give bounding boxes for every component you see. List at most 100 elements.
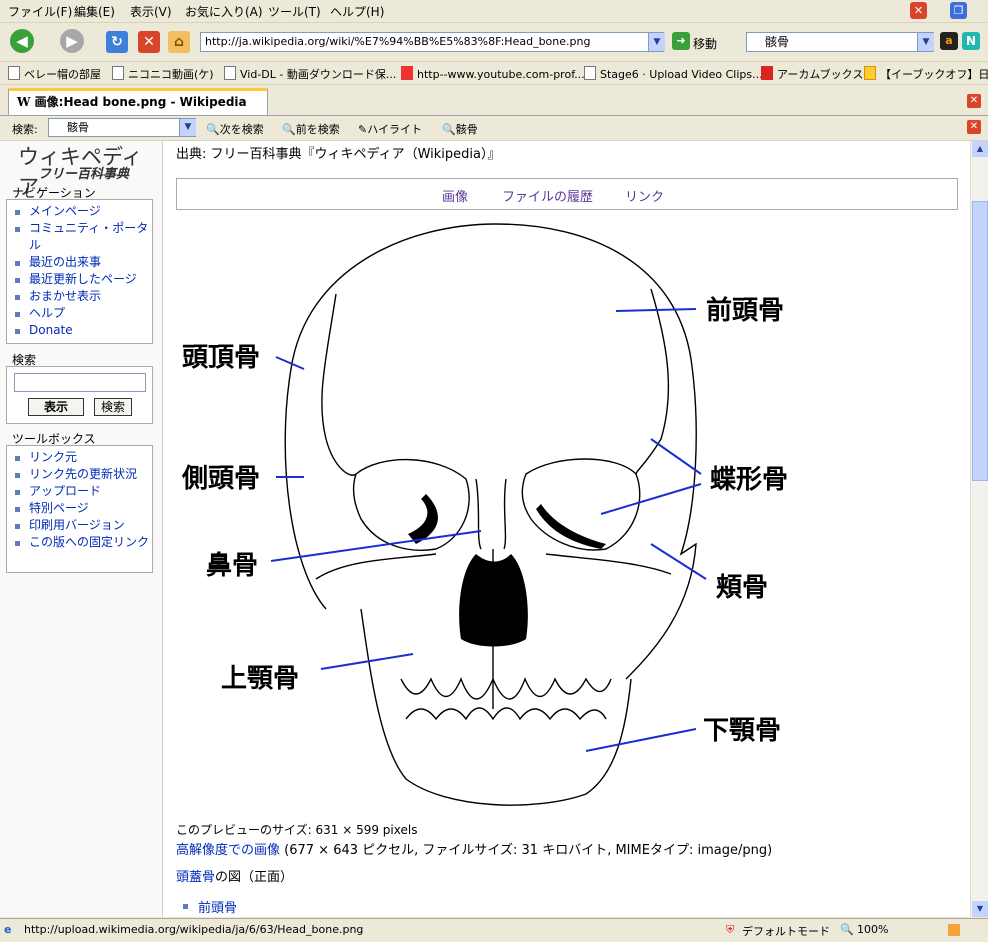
rss-icon[interactable] (948, 924, 960, 936)
hires-line: 高解像度での画像 (677 × 643 ピクセル, ファイルサイズ: 31 キロ… (176, 839, 772, 858)
web-search-value: 骸骨 (765, 35, 790, 49)
shield-icon: ⛨ (726, 923, 735, 936)
sidebar-item-random[interactable]: おまかせ表示 (7, 288, 152, 305)
home-icon[interactable]: ⌂ (168, 31, 190, 53)
vertical-scrollbar[interactable]: ▲ ▼ (970, 141, 988, 917)
status-bar: e http://upload.wikimedia.org/wikipedia/… (0, 918, 988, 942)
menu-tools[interactable]: ツール(T) (268, 3, 321, 20)
stop-icon[interactable]: ✕ (138, 31, 160, 53)
restore-window-icon[interactable]: ❐ (950, 2, 967, 19)
menu-edit[interactable]: 編集(E) (74, 3, 115, 20)
back-arrow-icon[interactable]: ◀ (10, 29, 34, 53)
orbit-shadow-left (408, 494, 438, 544)
sidebar-go-button[interactable]: 表示 (28, 398, 84, 416)
tool-item-printable[interactable]: 印刷用バージョン (7, 517, 152, 534)
pointer-sphenoid-1 (650, 438, 702, 475)
tool-item-special-pages[interactable]: 特別ページ (7, 500, 152, 517)
tab-title: 画像:Head bone.png - Wikipedia (34, 95, 247, 109)
pointer-zygomatic (650, 543, 707, 580)
find-input[interactable]: 骸骨 (48, 118, 196, 137)
search-icon: 🔍 (442, 123, 456, 136)
find-next-label: 次を検索 (219, 123, 264, 136)
bookmark-label: http--www.youtube.com-prof... (417, 68, 585, 81)
bookmark-item[interactable]: 【イーブックオフ】日: (864, 66, 988, 82)
find-prev-label: 前を検索 (295, 123, 340, 136)
sidebar-item-community[interactable]: コミュニティ・ポータル (7, 220, 152, 254)
scroll-thumb[interactable] (972, 201, 988, 481)
close-tab-icon[interactable]: ✕ (967, 94, 981, 108)
sidebar-item-help[interactable]: ヘルプ (7, 305, 152, 322)
tool-item-upload[interactable]: アップロード (7, 483, 152, 500)
hires-link[interactable]: 高解像度での画像 (176, 843, 280, 858)
bookmark-item[interactable]: ベレー帽の部屋 (8, 66, 101, 82)
amazon-icon[interactable]: a (940, 32, 958, 50)
bookmark-label: アーカムブックス (777, 68, 864, 81)
address-bar[interactable]: http://ja.wikipedia.org/wiki/%E7%94%BB%E… (200, 32, 664, 52)
skull-link[interactable]: 頭蓋骨 (176, 870, 215, 885)
search-dropdown-icon[interactable]: ▼ (917, 33, 934, 51)
label-nasal: 鼻骨 (206, 551, 258, 581)
find-bar: 検索: 骸骨 ▼ 🔍次を検索 🔍前を検索 ✎ハイライト 🔍骸骨 ✕ (0, 116, 988, 141)
nasal-cavity (459, 554, 528, 647)
source-line: 出典: フリー百科事典『ウィキペディア（Wikipedia）』 (176, 147, 501, 162)
highlight-label: ハイライト (367, 123, 422, 136)
go-button[interactable]: 移動 (693, 35, 717, 52)
go-arrow-icon[interactable]: ➜ (672, 32, 690, 50)
scroll-down-icon[interactable]: ▼ (972, 901, 988, 917)
tool-item-permalink[interactable]: この版への固定リンク (7, 534, 152, 551)
close-findbar-icon[interactable]: ✕ (967, 120, 981, 134)
status-mode[interactable]: デフォルトモード (742, 923, 830, 939)
find-prev-button[interactable]: 🔍前を検索 (282, 121, 340, 137)
bookmark-item[interactable]: Vid-DL - 動画ダウンロード保... (224, 66, 396, 82)
search-portlet: 表示 検索 (6, 366, 153, 424)
tab-image[interactable]: 画像 (442, 186, 468, 205)
tool-item-related-changes[interactable]: リンク先の更新状況 (7, 466, 152, 483)
sidebar-search-input[interactable] (14, 373, 146, 392)
bookmark-label: 【イーブックオフ】日: (880, 68, 988, 81)
navigation-toolbar: ◀ ▶ ↻ ✕ ⌂ http://ja.wikipedia.org/wiki/%… (0, 23, 988, 62)
bookmark-item[interactable]: ニコニコ動画(ケ) (112, 66, 214, 82)
find-term-label: 骸骨 (455, 123, 478, 136)
sidebar-search-button[interactable]: 検索 (94, 398, 132, 416)
status-zoom[interactable]: 100% (857, 923, 888, 936)
list-link-frontal[interactable]: 前頭骨 (198, 901, 237, 916)
web-search-input[interactable]: 骸骨 (746, 32, 934, 52)
tab-file-history[interactable]: ファイルの履歴 (502, 186, 593, 205)
page-icon (224, 66, 236, 80)
address-dropdown-icon[interactable]: ▼ (648, 33, 665, 51)
bookmark-label: ニコニコ動画(ケ) (128, 68, 214, 81)
youtube-icon (401, 66, 413, 80)
find-term-button[interactable]: 🔍骸骨 (442, 121, 478, 137)
find-dropdown-icon[interactable]: ▼ (179, 119, 196, 136)
description-text: の図（正面） (215, 870, 294, 885)
forward-arrow-icon[interactable]: ▶ (60, 29, 84, 53)
suture-right (635, 288, 670, 475)
menu-help[interactable]: ヘルプ(H) (330, 3, 384, 20)
bookmark-item[interactable]: アーカムブックス (761, 66, 863, 82)
sidebar-item-donate[interactable]: Donate (7, 322, 152, 339)
lower-teeth (405, 707, 607, 721)
highlight-button[interactable]: ✎ハイライト (358, 121, 422, 137)
search-icon: 🔍 (206, 123, 220, 136)
menu-view[interactable]: 表示(V) (130, 3, 172, 20)
sidebar-item-recent-changes[interactable]: 最近更新したページ (7, 271, 152, 288)
bookmark-label: Stage6 · Upload Video Clips... (600, 68, 763, 81)
pointer-frontal (615, 308, 697, 312)
scroll-up-icon[interactable]: ▲ (972, 141, 988, 157)
tab-links[interactable]: リンク (625, 186, 664, 205)
n-extension-icon[interactable]: N (962, 32, 980, 50)
tab-active[interactable]: W 画像:Head bone.png - Wikipedia (8, 88, 268, 115)
menu-favorites[interactable]: お気に入り(A) (185, 3, 263, 20)
skull-diagram[interactable]: 前頭骨 頭頂骨 蝶形骨 側頭骨 鼻骨 頬骨 上顎骨 下顎骨 (176, 209, 807, 821)
find-next-button[interactable]: 🔍次を検索 (206, 121, 264, 137)
tool-item-whatlinkshere[interactable]: リンク元 (7, 449, 152, 466)
bookmark-item[interactable]: Stage6 · Upload Video Clips... (584, 66, 763, 81)
menu-file[interactable]: ファイル(F) (8, 3, 72, 20)
sidebar-item-mainpage[interactable]: メインページ (7, 203, 152, 220)
close-window-icon[interactable]: ✕ (910, 2, 927, 19)
preview-size: このプレビューのサイズ: 631 × 599 pixels (176, 823, 418, 837)
bookmark-item[interactable]: http--www.youtube.com-prof... (401, 66, 585, 81)
refresh-icon[interactable]: ↻ (106, 31, 128, 53)
label-zygomatic: 頬骨 (716, 573, 768, 603)
sidebar-item-current-events[interactable]: 最近の出来事 (7, 254, 152, 271)
